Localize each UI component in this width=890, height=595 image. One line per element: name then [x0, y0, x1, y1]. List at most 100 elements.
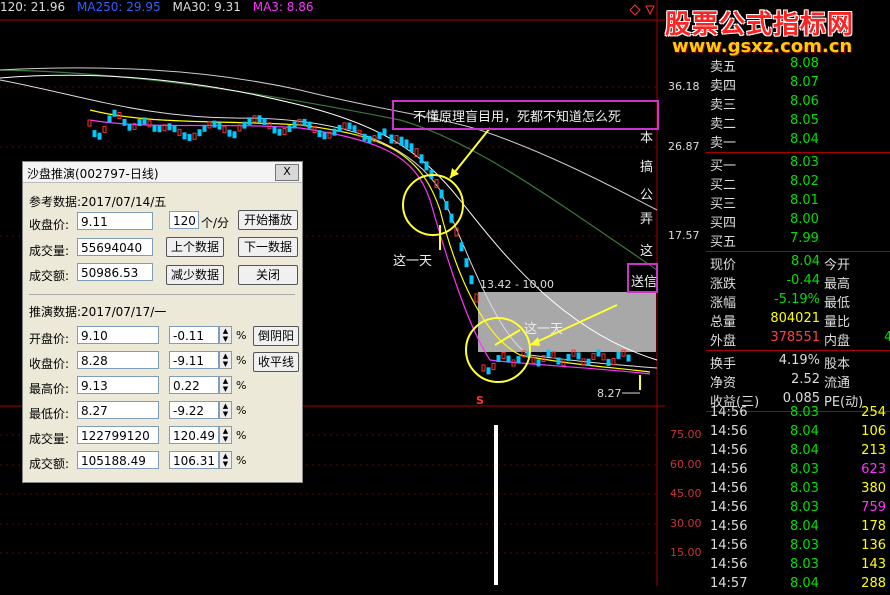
candle — [257, 115, 262, 123]
candle — [596, 349, 601, 357]
candle — [606, 358, 611, 366]
stat-value: -5.19% — [774, 292, 820, 307]
infer-field-value[interactable]: 8.28 — [77, 351, 159, 369]
close-button[interactable]: 关闭 — [238, 265, 298, 285]
infer-field-pct[interactable]: 0.22 — [169, 376, 219, 394]
bid-row: 买四 8.00 — [706, 212, 890, 231]
infer-field-pct[interactable]: -9.22 — [169, 401, 219, 419]
reduce-data-button[interactable]: 减少数据 — [166, 265, 224, 285]
candle — [212, 120, 217, 128]
infer-field-pct[interactable]: 106.31 — [169, 451, 219, 469]
arrow-1 — [449, 127, 491, 179]
bid-label: 买四 — [710, 216, 737, 231]
spinner-icon[interactable]: ▲ ▼ — [219, 326, 232, 344]
candle — [449, 213, 454, 223]
tick-volume: 254 — [861, 405, 886, 420]
start-play-button[interactable]: 开始播放 — [238, 210, 298, 230]
stat2-value: 4.19% — [778, 353, 820, 368]
infer-field-pct[interactable]: 120.49 — [169, 426, 219, 444]
candle — [516, 356, 521, 364]
tick-volume: 623 — [861, 462, 886, 477]
candle — [434, 179, 439, 189]
candle — [157, 125, 162, 133]
side-char: 搞 — [640, 160, 654, 175]
stat-label-2: 内盘 — [824, 334, 851, 349]
candle — [464, 258, 469, 268]
candle — [342, 122, 347, 130]
prev-data-button[interactable]: 上个数据 — [166, 237, 224, 257]
stat-extra: 4 — [884, 330, 890, 345]
stat-row: 涨跌 -0.44 最高 — [706, 273, 890, 292]
ma120-legend: 120: 21.96 — [0, 0, 66, 14]
bid-price: 8.01 — [790, 193, 819, 208]
stat-label-2: 最低 — [824, 296, 851, 311]
ask-price: 8.04 — [790, 132, 819, 147]
invert-yinyang-button[interactable]: 倒阴阳 — [253, 326, 299, 346]
candle — [601, 353, 606, 361]
annotation-label-2: 这一天 — [524, 322, 564, 337]
ref-data-header: 参考数据:2017/07/14/五 — [29, 195, 167, 209]
speed-field[interactable]: 120 — [169, 211, 199, 229]
infer-field-pct[interactable]: -9.11 — [169, 351, 219, 369]
candle — [389, 134, 394, 144]
tick-volume: 288 — [861, 576, 886, 591]
bid-label: 买二 — [710, 178, 737, 193]
flat-close-button[interactable]: 收平线 — [253, 352, 299, 372]
volume-bar — [494, 425, 498, 585]
side-box-text: 送信 — [631, 275, 658, 290]
volume-field[interactable]: 55694040 — [77, 238, 153, 256]
tick-volume: 136 — [861, 538, 886, 553]
dialog-titlebar[interactable]: 沙盘推演(002797-日线) X — [23, 162, 302, 183]
ask-row: 卖一 8.04 — [706, 132, 890, 151]
infer-field-value[interactable]: 9.13 — [77, 376, 159, 394]
tick-price: 8.03 — [790, 500, 819, 515]
stat-label-2: 量比 — [824, 315, 851, 330]
tick-volume: 380 — [861, 481, 886, 496]
tick-time: 14:56 — [710, 424, 748, 439]
volume-axis-label: 15.00 — [670, 546, 702, 559]
infer-field-label: 最低价: — [29, 407, 70, 421]
tick-row: 14:56 8.03 143 — [706, 557, 890, 576]
spinner-icon[interactable]: ▲ ▼ — [219, 376, 232, 394]
infer-field-value[interactable]: 105188.49 — [77, 451, 159, 469]
spinner-icon[interactable]: ▲ ▼ — [219, 451, 232, 469]
tick-row: 14:56 8.03 759 — [706, 500, 890, 519]
candle — [252, 115, 257, 123]
spinner-icon[interactable]: ▲ ▼ — [219, 351, 232, 369]
candle — [506, 355, 511, 363]
infer-field-pct[interactable]: -0.11 — [169, 326, 219, 344]
quote-panel: 卖五 8.08 卖四 8.07 卖三 8.06 卖二 8.05 卖一 8.04 买一 8.03 买二 8.… — [706, 48, 890, 591]
tick-time: 14:57 — [710, 576, 748, 591]
next-data-button[interactable]: 下一数据 — [238, 237, 298, 257]
close-icon[interactable]: X — [275, 164, 299, 181]
close-price-field[interactable]: 9.11 — [77, 212, 153, 230]
candle — [222, 126, 227, 134]
volume-axis-label: 75.00 — [670, 428, 702, 441]
stat2-label: 净资 — [710, 376, 737, 391]
bid-price: 7.99 — [790, 231, 819, 246]
candle — [232, 131, 237, 139]
candle — [337, 124, 342, 132]
candle — [444, 201, 449, 211]
stat-value: -0.44 — [786, 273, 820, 288]
infer-field-value[interactable]: 8.27 — [77, 401, 159, 419]
candle — [551, 351, 556, 359]
price-axis-label: 26.87 — [668, 140, 700, 153]
infer-field-label: 成交量: — [29, 432, 70, 446]
infer-field-value[interactable]: 9.10 — [77, 326, 159, 344]
sandbox-dialog[interactable]: 沙盘推演(002797-日线) X 参考数据:2017/07/14/五 收盘价:… — [22, 161, 303, 483]
dialog-title: 沙盘推演(002797-日线) — [27, 167, 159, 181]
tick-price: 8.03 — [790, 557, 819, 572]
tick-volume: 213 — [861, 443, 886, 458]
candle — [501, 352, 506, 360]
candle — [307, 121, 312, 129]
candle — [491, 363, 496, 371]
amount-field[interactable]: 50986.53 — [77, 263, 153, 281]
infer-field-value[interactable]: 122799120 — [77, 426, 159, 444]
spinner-icon[interactable]: ▲ ▼ — [219, 426, 232, 444]
bid-label: 买一 — [710, 159, 737, 174]
spinner-icon[interactable]: ▲ ▼ — [219, 401, 232, 419]
tick-price: 8.03 — [790, 405, 819, 420]
candle — [424, 161, 429, 171]
candle — [147, 120, 152, 128]
